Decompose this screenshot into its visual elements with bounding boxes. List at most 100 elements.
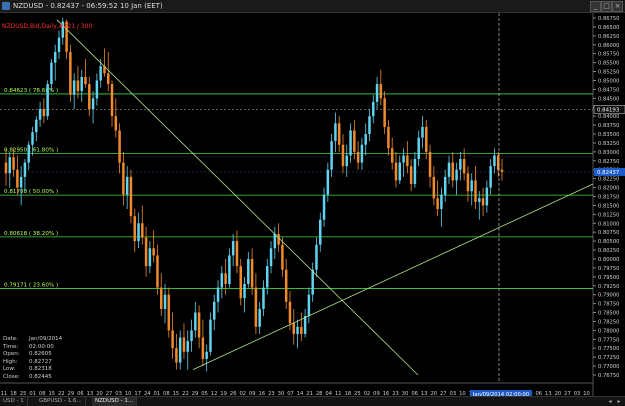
candle-body — [224, 273, 227, 284]
price-tick-label: 0.85250 — [598, 70, 619, 76]
indicator-label: NZDUSD,Bid,Daily,#221 / 300 — [2, 23, 93, 30]
candle-body — [137, 223, 140, 242]
candle-body — [413, 159, 417, 185]
candle-body — [84, 76, 87, 85]
price-tick-label: 0.79500 — [598, 275, 619, 281]
candle-body — [178, 337, 182, 363]
candle-body — [106, 73, 110, 85]
candle-body — [152, 248, 155, 256]
price-tick-label: 0.80750 — [598, 230, 619, 236]
candle-body — [360, 144, 364, 163]
candle-body — [345, 155, 349, 167]
candle-body — [296, 326, 299, 334]
candle-body — [443, 176, 447, 195]
fib-level-label: 0.81788 ( 50.00% ) — [4, 189, 58, 195]
candle-body — [76, 80, 80, 92]
minimize-button[interactable]: _ — [590, 1, 601, 12]
price-tick-label: 0.81250 — [598, 212, 619, 218]
candle-body — [451, 162, 455, 181]
candle-body — [12, 157, 15, 170]
price-tick-label: 0.79250 — [598, 284, 619, 290]
fib-level-label: 0.79171 ( 23.60% ) — [4, 283, 58, 289]
candle-body — [171, 330, 174, 349]
candle-body — [485, 187, 489, 206]
candle-body — [277, 233, 280, 245]
data-window-row: Close: 0.82445 — [3, 374, 62, 382]
fib-level-label: 0.84623 ( 78.60% ) — [4, 88, 58, 94]
candle-body — [334, 123, 337, 142]
candle-body — [262, 287, 265, 309]
data-window-value: 02:00:00 — [29, 343, 54, 350]
candle-body — [133, 216, 136, 242]
candle-body — [69, 51, 72, 95]
price-tick-label: 0.83250 — [598, 141, 619, 147]
data-window-value: 0.82318 — [29, 366, 52, 373]
candle-body — [144, 237, 148, 267]
candle-body — [337, 123, 341, 145]
candle-body — [500, 169, 504, 172]
candle-body — [349, 130, 352, 156]
price-tick-label: 0.78250 — [598, 319, 619, 325]
price-tick-label: 0.82750 — [598, 159, 619, 165]
candle-body — [243, 283, 246, 299]
fib-level-label: 0.80618 ( 38.20% ) — [4, 231, 58, 237]
candle-body — [122, 162, 125, 195]
close-button[interactable]: × — [612, 1, 623, 12]
price-tick-label: 0.86500 — [598, 25, 619, 31]
candle-body — [239, 266, 242, 299]
candle-body — [436, 198, 439, 209]
data-window-row: Low: 0.82318 — [3, 366, 62, 374]
candle-body — [50, 62, 53, 85]
candle-body — [353, 130, 356, 152]
candle-body — [99, 66, 102, 81]
candle-body — [167, 294, 171, 331]
candle-body — [447, 162, 451, 177]
window-titlebar[interactable]: NZDUSD - 0.82437 - 06:59:52 10 Jan (EET)… — [0, 0, 625, 13]
price-tick-label: 0.84750 — [598, 87, 619, 93]
window-title: NZDUSD - 0.82437 - 06:59:52 10 Jan (EET) — [13, 2, 163, 10]
price-tick-label: 0.85000 — [598, 78, 619, 84]
candle-body — [258, 308, 261, 327]
candle-body — [330, 141, 333, 170]
candle-body — [175, 348, 178, 363]
candle-body — [95, 80, 99, 99]
price-tick-label: 0.77000 — [598, 364, 619, 370]
candle-body — [292, 323, 296, 334]
candle-body — [31, 132, 34, 145]
candle-body — [406, 155, 409, 167]
candle-body — [303, 316, 307, 334]
price-tick-label: 0.80500 — [598, 239, 619, 245]
candle-body — [432, 176, 436, 199]
price-tick-label: 0.78500 — [598, 311, 619, 317]
price-tick-label: 0.86250 — [598, 34, 619, 40]
price-tick-label: 0.79750 — [598, 266, 619, 272]
price-tick-label: 0.83500 — [598, 132, 619, 138]
candle-body — [462, 159, 466, 174]
candle-body — [496, 155, 500, 170]
price-tick-label: 0.77250 — [598, 355, 619, 361]
candle-body — [23, 162, 27, 177]
candle-body — [201, 337, 205, 359]
data-window: Date: Jan/09/2014 Time: 02:00:00 Open: 0.8260… — [3, 336, 62, 382]
candle-body — [194, 312, 197, 331]
candle-body — [182, 337, 186, 352]
candle-body — [110, 84, 114, 117]
data-window-value: 0.82605 — [29, 351, 52, 358]
data-window-key: Low: — [3, 366, 16, 373]
price-tick-label: 0.84500 — [598, 96, 619, 102]
data-window-row: High: 0.82727 — [3, 359, 62, 367]
fib-level-label: 0.82950 ( 61.80% ) — [4, 148, 58, 154]
maximize-button[interactable]: □ — [601, 1, 612, 12]
candle-body — [311, 269, 314, 295]
candle-body — [307, 294, 311, 317]
candle-body — [8, 157, 12, 174]
data-window-key: Open: — [3, 351, 20, 358]
price-chart[interactable]: 0.86750 0.86500 0.86250 0.86000 0.85750 0.855… — [0, 13, 625, 396]
candle-body — [470, 180, 473, 192]
price-tick-label: 0.82250 — [598, 177, 619, 183]
current-price-marker-label: 0.82437 — [597, 170, 619, 176]
candle-body — [216, 287, 220, 302]
candle-body — [402, 155, 405, 163]
candle-body — [228, 255, 231, 284]
candle-body — [375, 84, 379, 102]
